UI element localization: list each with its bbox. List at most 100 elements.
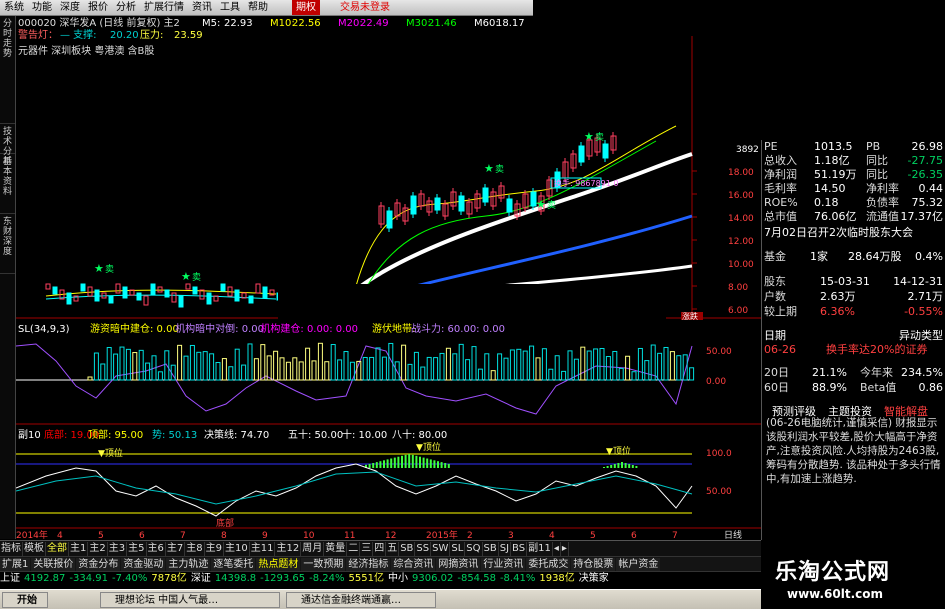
indicator-bar <box>138 349 144 381</box>
indicator-title: SL(34,9,3) <box>18 324 70 335</box>
toolbar-button[interactable]: 一致预期 <box>301 558 346 571</box>
indicator-tab[interactable]: SJ <box>499 542 512 556</box>
status-item: -7.40% <box>111 573 148 584</box>
toolbar-button[interactable]: 网摘资讯 <box>436 558 481 571</box>
info-value: 17.37亿 <box>900 210 944 223</box>
toolbar-button[interactable]: 热点题材 <box>256 558 301 571</box>
indicator-tab[interactable]: 主6 <box>147 542 166 556</box>
support-value: 20.20 <box>110 30 139 41</box>
indicator-tab[interactable]: 主7 <box>166 542 186 556</box>
indicator-bar <box>593 348 599 381</box>
indicator-tab[interactable]: SS <box>415 542 432 556</box>
taskbar-window[interactable]: 通达信金融终端通赢… <box>286 592 436 608</box>
menu-item[interactable]: 分析 <box>112 0 140 15</box>
info-row: 7月02日召开2次临时股东大会 <box>762 226 945 240</box>
toolbar-button[interactable]: 行业资讯 <box>481 558 526 571</box>
signal-label: ▼顶位 <box>606 445 631 457</box>
indicator-tab[interactable]: 主10 <box>224 542 250 556</box>
indicator-bar <box>637 347 643 381</box>
indicator-tab[interactable]: 全部 <box>46 542 69 556</box>
info-row: PE 1013.5 PB 26.98 <box>762 140 945 154</box>
indicator-tab[interactable]: 主9 <box>205 542 224 556</box>
indicator-tab[interactable]: ◂ <box>553 542 561 556</box>
indicator-bar <box>401 344 407 381</box>
menu-item[interactable]: 资讯 <box>188 0 216 15</box>
toolbar-button[interactable]: 经济指标 <box>346 558 391 571</box>
menu-item[interactable]: 交易未登录 <box>336 0 394 15</box>
indicator-tab[interactable]: SL <box>450 542 466 556</box>
chart-area[interactable]: 000020 深华发A (日线 前复权) 主2 M5: 22.93 M10:22.56… <box>16 16 761 539</box>
side-tab[interactable]: 技术分析 <box>0 124 15 167</box>
indicator-tab[interactable]: SB <box>399 542 416 556</box>
menu-item[interactable]: 帮助 <box>244 0 272 15</box>
indicator-tab[interactable]: 主1 <box>69 542 89 556</box>
side-tab[interactable]: 分时走势 <box>0 16 15 124</box>
indicator-tab[interactable]: 主5 <box>127 542 147 556</box>
indicator-bar <box>669 351 675 381</box>
x-tick-label: 2014年 <box>16 529 48 539</box>
indicator-tab[interactable]: 模板 <box>23 542 46 556</box>
menu-item[interactable]: 功能 <box>28 0 56 15</box>
toolbar-button[interactable]: 主力轨迹 <box>166 558 211 571</box>
side-tab[interactable]: 东财深度 <box>0 214 15 274</box>
signal-label: ▼顶位 <box>98 447 123 459</box>
x-tick-label: 11 <box>344 531 355 539</box>
toolbar-button[interactable]: 扩展1 <box>0 558 31 571</box>
toolbar-button[interactable]: 逐笔委托 <box>211 558 256 571</box>
info-label: 同比 <box>866 168 888 181</box>
indicator-tab[interactable]: SW <box>431 542 451 556</box>
indicator-bar <box>452 353 458 381</box>
holder-value: 15-03-31 <box>820 275 870 288</box>
y-tick-label: 100.0 <box>706 449 732 459</box>
indicator-tab[interactable]: 黄量 <box>324 542 348 556</box>
indicator-tab[interactable]: 主12 <box>275 542 302 556</box>
start-button[interactable]: 开始 <box>2 592 48 608</box>
toolbar-button[interactable]: 委托成交 <box>526 558 571 571</box>
side-tabs: 分时走势 技术分析 基本资料 东财深度 <box>0 16 16 539</box>
menu-item[interactable]: 扩展行情 <box>140 0 188 15</box>
indicator-tab[interactable]: 主3 <box>108 542 128 556</box>
concept-tags: 元器件 深圳板块 粤港澳 含B股 <box>18 44 154 57</box>
event-text[interactable]: 换手率达20%的证券 <box>826 343 927 357</box>
indicator-tab[interactable]: 主2 <box>88 542 108 556</box>
sell-label: 卖 <box>595 132 604 143</box>
toolbar-button[interactable]: 关联报价 <box>31 558 76 571</box>
indicator-tab[interactable]: 副11 <box>527 542 553 556</box>
menu-item[interactable]: 工具 <box>216 0 244 15</box>
holder-label: 较上期 <box>764 305 797 318</box>
taskbar-window[interactable]: 理想论坛 中国人气最… <box>100 592 280 608</box>
indicator-tab[interactable]: 五 <box>386 542 400 556</box>
toolbar-button[interactable]: 资金驱动 <box>121 558 166 571</box>
indicator-tab[interactable]: 主11 <box>250 542 276 556</box>
menu-item[interactable]: 报价 <box>84 0 112 15</box>
indicator-tab[interactable]: 指标 <box>0 542 23 556</box>
toolbar-button[interactable]: 持仓股票 <box>571 558 616 571</box>
menu-item[interactable]: 期权 <box>292 0 320 15</box>
indicator-tab[interactable]: 周月 <box>301 542 325 556</box>
indicator-tab[interactable]: 四 <box>373 542 387 556</box>
indicator-bar <box>580 346 586 381</box>
watermark-logo: 乐淘公式网 www.60lt.com <box>761 540 945 609</box>
toolbar-button[interactable]: 资金分布 <box>76 558 121 571</box>
info-row: 毛利率 14.50 净利率 0.44 <box>762 182 945 196</box>
menu-item[interactable]: 深度 <box>56 0 84 15</box>
indicator-tab[interactable]: SB <box>483 542 499 556</box>
toolbar-button[interactable]: 综合资讯 <box>391 558 436 571</box>
indicator-tab[interactable]: ▸ <box>561 542 569 556</box>
side-tab[interactable]: 基本资料 <box>0 154 15 214</box>
indicator-tab[interactable]: 主8 <box>185 542 205 556</box>
candle-body <box>66 292 72 305</box>
meeting-notice[interactable]: 7月02日召开2次临时股东大会 <box>764 226 913 240</box>
indicator-tab[interactable]: 二 <box>347 542 361 556</box>
candle-body <box>164 289 170 298</box>
x-tick-label: 5 <box>590 531 596 539</box>
indicator-tab[interactable]: SQ <box>465 542 483 556</box>
sell-label: 卖 <box>192 272 201 283</box>
menu-item[interactable]: 系统 <box>0 0 28 15</box>
info-row: 较上期 6.36% -0.55% <box>762 305 945 319</box>
candle-body <box>171 292 177 303</box>
indicator-tab[interactable]: 三 <box>360 542 374 556</box>
indicator-tab[interactable]: BS <box>511 542 528 556</box>
toolbar-button[interactable]: 帐户资金 <box>616 558 661 571</box>
indicator-bar <box>631 371 637 381</box>
